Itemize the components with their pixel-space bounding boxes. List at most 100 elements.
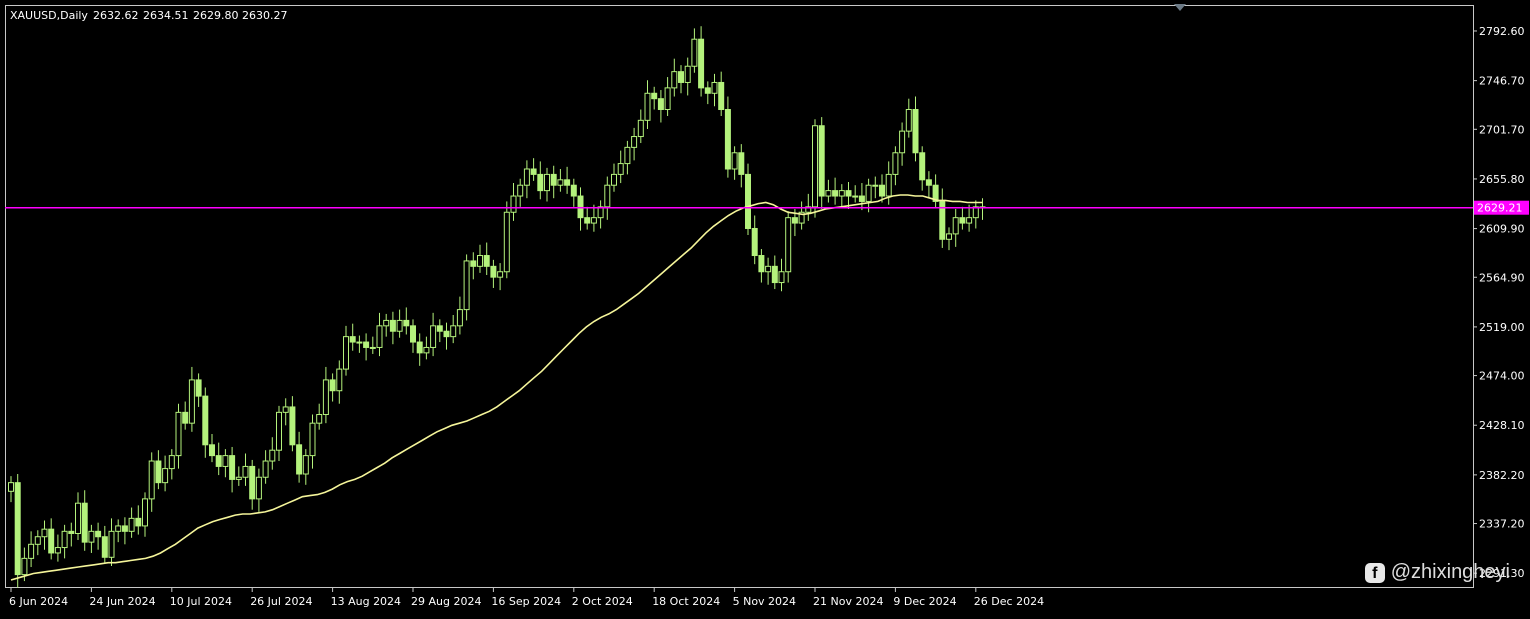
chart-header-symbol: XAUUSD,Daily [10, 9, 88, 22]
candle-body [678, 71, 684, 83]
candle-body [503, 211, 510, 273]
candle-body [21, 557, 28, 576]
candle-body [919, 152, 926, 181]
current-price-label: 2629.21 [1477, 202, 1523, 215]
candle-body [704, 87, 711, 94]
candle-body [61, 530, 68, 549]
candle-body [296, 444, 303, 475]
candle-body [115, 525, 122, 532]
candle-body [557, 179, 564, 186]
candle-body [684, 65, 691, 83]
candle-body [624, 146, 631, 165]
candle-body [832, 190, 839, 197]
candle-body [477, 255, 483, 267]
candle-body [14, 482, 21, 576]
candle-body [95, 530, 102, 538]
y-tick-label: 2382.20 [1479, 469, 1525, 482]
y-tick-label: 2609.90 [1479, 223, 1525, 236]
candle-body [637, 119, 644, 138]
candle-body [41, 528, 48, 538]
chart-header-low: 2629.80 [193, 9, 239, 22]
y-tick-label: 2701.70 [1479, 123, 1525, 136]
candle-body [336, 368, 343, 392]
candle-body [577, 195, 584, 219]
candle-body [771, 265, 778, 284]
candle-body [570, 184, 577, 197]
x-tick-label: 18 Oct 2024 [652, 595, 720, 608]
candle-body [838, 190, 845, 197]
candle-body [544, 173, 550, 192]
candle-body [818, 125, 825, 197]
y-tick-label: 2655.80 [1479, 173, 1525, 186]
y-tick-label: 2564.90 [1479, 271, 1525, 284]
x-tick-label: 26 Jul 2024 [250, 595, 312, 608]
candle-body [517, 184, 524, 197]
candle-body [135, 517, 142, 527]
candle-body [188, 379, 195, 424]
candle-body [128, 517, 135, 532]
candle-body [497, 271, 504, 278]
candle-body [276, 411, 282, 451]
candle-body [28, 543, 35, 559]
candle-body [81, 502, 88, 543]
candle-body [564, 179, 571, 186]
moving-average-layer [10, 194, 983, 581]
candle-body [899, 130, 906, 154]
scroll-marker-icon[interactable] [1174, 4, 1186, 11]
candle-body [450, 325, 457, 338]
price-axis: 2792.60 2746.70 2701.70 2655.80 2609.90 2564.… [1473, 25, 1525, 580]
x-tick-label: 10 Jul 2024 [170, 595, 232, 608]
y-tick-label: 2519.00 [1479, 321, 1525, 334]
candle-body [765, 265, 772, 273]
time-axis: 6 Jun 2024 24 Jun 2024 10 Jul 2024 26 Jul 2… [9, 588, 1044, 608]
moving-average-line [10, 194, 983, 581]
candle-body [825, 190, 832, 197]
candle-body [952, 217, 959, 235]
price-chart[interactable]: XAUUSD,Daily 2632.62 2634.51 2629.80 263… [0, 0, 1530, 615]
watermark: f @zhixingheyi [1364, 561, 1510, 584]
candle-body [309, 422, 316, 457]
candle-body [88, 530, 95, 543]
candle-body [718, 81, 725, 111]
candle-body [611, 173, 617, 186]
candle-body [142, 498, 148, 527]
candle-body [222, 455, 229, 467]
candle-body [644, 92, 651, 121]
candle-body [343, 336, 349, 370]
candle-body [664, 87, 671, 111]
candle-body [249, 465, 256, 500]
candle-body [363, 341, 370, 348]
x-tick-label: 5 Nov 2024 [733, 595, 796, 608]
candle-body [925, 179, 932, 186]
candle-body [590, 217, 597, 224]
plot-frame [5, 5, 1474, 588]
candle-body [349, 336, 356, 343]
candle-body [356, 341, 363, 344]
candle-body [785, 217, 792, 273]
candle-body [282, 406, 289, 413]
candle-body [698, 38, 705, 89]
candle-body [885, 173, 892, 197]
chart-area[interactable]: XAUUSD,Daily 2632.62 2634.51 2629.80 263… [0, 0, 1530, 615]
candle-series [8, 26, 986, 588]
candle-body [202, 395, 209, 446]
y-tick-label: 2337.20 [1479, 518, 1525, 531]
candle-body [68, 530, 75, 534]
candle-body [383, 319, 390, 327]
candle-body [255, 476, 262, 500]
candle-body [879, 184, 885, 197]
candle-body [972, 206, 979, 219]
candle-body [396, 319, 403, 332]
candle-body [215, 455, 222, 467]
candle-body [584, 217, 591, 224]
y-tick-label: 2792.60 [1479, 25, 1525, 38]
candle-body [209, 444, 215, 457]
candle-body [436, 325, 443, 332]
candle-body [470, 260, 477, 267]
candle-body [858, 195, 865, 202]
candle-body [751, 227, 758, 257]
candle-body [865, 184, 872, 202]
candle-body [376, 325, 383, 348]
candle-body [316, 414, 323, 424]
candle-body [389, 319, 396, 332]
